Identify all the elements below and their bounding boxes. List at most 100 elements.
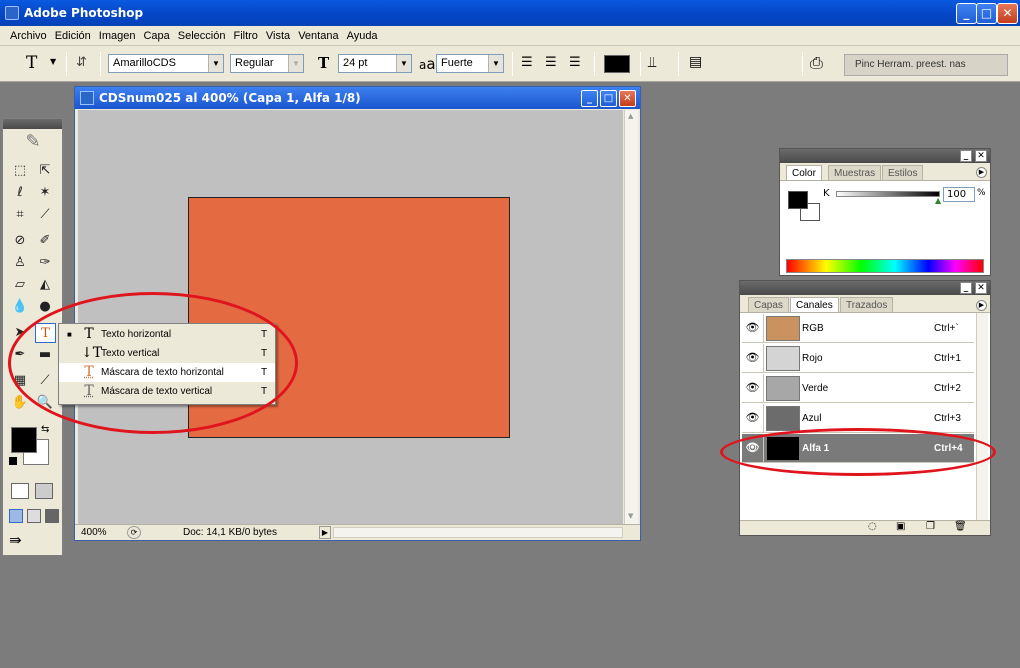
- doc-close-button[interactable]: ✕: [619, 90, 636, 107]
- channel-row[interactable]: 👁 Rojo Ctrl+1: [742, 344, 974, 373]
- panel-close-button[interactable]: ✕: [975, 282, 987, 294]
- quick-mask-mode-icon[interactable]: [35, 483, 53, 499]
- color-panel-title-bar[interactable]: _ ✕: [780, 149, 990, 163]
- horizontal-scrollbar[interactable]: [333, 527, 623, 538]
- warp-text-icon[interactable]: ⫫: [648, 53, 656, 71]
- channel-row[interactable]: 👁 RGB Ctrl+`: [742, 314, 974, 343]
- type-tool-preset-icon[interactable]: T: [26, 53, 37, 73]
- move-tool-icon[interactable]: ⇱: [34, 161, 56, 181]
- panel-foreground-fill: [789, 192, 807, 208]
- preset-dropdown-arrow-icon[interactable]: ▼: [50, 57, 56, 66]
- save-selection-icon[interactable]: ▣: [896, 521, 905, 532]
- align-left-icon[interactable]: ☰: [521, 56, 533, 69]
- panel-minimize-button[interactable]: _: [960, 150, 972, 162]
- default-colors-icon[interactable]: [9, 457, 17, 465]
- blur-tool-icon[interactable]: 💧: [9, 297, 31, 317]
- color-ramp[interactable]: [786, 259, 984, 273]
- menu-filtro[interactable]: Filtro: [229, 26, 261, 46]
- feather-logo-icon[interactable]: ✎: [7, 131, 59, 155]
- lasso-tool-icon[interactable]: ℓ: [9, 183, 31, 203]
- menu-capa[interactable]: Capa: [139, 26, 173, 46]
- menu-seleccion[interactable]: Selección: [174, 26, 230, 46]
- full-screen-menu-mode-icon[interactable]: [27, 509, 41, 523]
- close-button[interactable]: ✕: [997, 3, 1018, 24]
- antialias-select[interactable]: Fuerte ▼: [436, 54, 504, 73]
- tab-muestras[interactable]: Muestras: [828, 165, 882, 180]
- menu-archivo[interactable]: Archivo: [6, 26, 51, 46]
- tab-capas[interactable]: Capas: [748, 297, 789, 312]
- doc-minimize-button[interactable]: _: [581, 90, 598, 107]
- scroll-up-icon[interactable]: ▲: [628, 112, 633, 120]
- align-center-icon[interactable]: ☰: [545, 56, 557, 69]
- font-style-select[interactable]: Regular ▼: [230, 54, 304, 73]
- channels-panel: _ ✕ Capas Canales Trazados ▶ 👁 RGB Ctrl+` 👁…: [739, 280, 991, 536]
- menu-ayuda[interactable]: Ayuda: [343, 26, 382, 46]
- k-value-input[interactable]: 100: [943, 187, 975, 202]
- trash-icon[interactable]: 🗑: [954, 521, 967, 532]
- status-menu-arrow-icon[interactable]: ▶: [319, 526, 331, 539]
- doc-maximize-button[interactable]: □: [600, 90, 617, 107]
- minimize-button[interactable]: _: [956, 3, 977, 24]
- color-panel-body: K ▲ 100 %: [780, 180, 990, 275]
- zoom-level[interactable]: 400%: [81, 525, 107, 540]
- history-brush-tool-icon[interactable]: ✑: [34, 253, 56, 273]
- crop-tool-icon[interactable]: ⌗: [9, 205, 31, 225]
- maximize-button[interactable]: □: [976, 3, 997, 24]
- align-right-icon[interactable]: ☰: [569, 56, 581, 69]
- file-browser-icon[interactable]: ⎙: [810, 53, 823, 73]
- panel-menu-arrow-icon[interactable]: ▶: [976, 167, 987, 178]
- document-title-bar[interactable]: CDSnum025 al 400% (Capa 1, Alfa 1/8) _ □…: [75, 87, 640, 109]
- font-size-select[interactable]: 24 pt ▼: [338, 54, 412, 73]
- panel-close-button[interactable]: ✕: [975, 150, 987, 162]
- panel-menu-arrow-icon[interactable]: ▶: [976, 300, 987, 311]
- tab-trazados[interactable]: Trazados: [840, 297, 894, 312]
- channel-row[interactable]: 👁 Verde Ctrl+2: [742, 374, 974, 403]
- palettes-toggle-icon[interactable]: ▤: [689, 54, 702, 70]
- brush-tool-icon[interactable]: ✐: [34, 231, 56, 251]
- vertical-scrollbar[interactable]: ▲ ▼: [624, 110, 638, 524]
- font-family-select[interactable]: AmarilloCDS ▼: [108, 54, 224, 73]
- load-selection-icon[interactable]: ◌: [868, 521, 877, 532]
- channels-panel-title-bar[interactable]: _ ✕: [740, 281, 990, 295]
- swap-colors-icon[interactable]: ⇆: [41, 424, 49, 435]
- palette-well[interactable]: Pinc Herram. preest. nas: [844, 54, 1008, 76]
- panel-minimize-button[interactable]: _: [960, 282, 972, 294]
- font-style-value: Regular: [235, 57, 274, 69]
- visibility-eye-icon[interactable]: 👁: [742, 344, 764, 373]
- text-orientation-icon[interactable]: ⇵: [76, 55, 87, 70]
- k-slider-handle-icon[interactable]: ▲: [935, 196, 941, 205]
- scroll-down-icon[interactable]: ▼: [628, 512, 633, 520]
- tab-canales[interactable]: Canales: [790, 297, 839, 312]
- magic-wand-tool-icon[interactable]: ✶: [34, 183, 56, 203]
- foreground-color-swatch[interactable]: [11, 427, 37, 453]
- tab-color[interactable]: Color: [786, 165, 822, 180]
- clone-stamp-tool-icon[interactable]: ♙: [9, 253, 31, 273]
- text-color-swatch[interactable]: [604, 55, 630, 73]
- k-slider-track[interactable]: [836, 191, 940, 197]
- paint-bucket-tool-icon[interactable]: ◭: [34, 275, 56, 295]
- version-cue-icon[interactable]: ⟳: [127, 526, 141, 539]
- visibility-eye-icon[interactable]: 👁: [742, 314, 764, 343]
- toolbox-title-bar[interactable]: [3, 119, 62, 129]
- marquee-tool-icon[interactable]: ⬚: [9, 161, 31, 181]
- new-channel-icon[interactable]: ❐: [926, 521, 935, 532]
- panel-foreground-swatch[interactable]: [788, 191, 808, 209]
- full-screen-mode-icon[interactable]: [45, 509, 59, 523]
- slice-tool-icon[interactable]: ⟋: [34, 205, 56, 225]
- chevron-down-icon: ▼: [488, 55, 503, 72]
- channel-list-scrollbar[interactable]: [976, 313, 988, 521]
- visibility-eye-icon[interactable]: 👁: [742, 404, 764, 433]
- jump-to-imageready-icon[interactable]: ⇛: [9, 531, 22, 549]
- healing-brush-tool-icon[interactable]: ⊘: [9, 231, 31, 251]
- tab-estilos[interactable]: Estilos: [882, 165, 924, 180]
- menu-imagen[interactable]: Imagen: [95, 26, 140, 46]
- menu-vista[interactable]: Vista: [262, 26, 294, 46]
- menu-ventana[interactable]: Ventana: [294, 26, 342, 46]
- menu-edicion[interactable]: Edición: [51, 26, 95, 46]
- channel-name: Rojo: [802, 353, 823, 364]
- visibility-eye-icon[interactable]: 👁: [742, 374, 764, 403]
- font-family-value: AmarilloCDS: [113, 57, 176, 69]
- eraser-tool-icon[interactable]: ▱: [9, 275, 31, 295]
- standard-mode-icon[interactable]: [11, 483, 29, 499]
- standard-screen-mode-icon[interactable]: [9, 509, 23, 523]
